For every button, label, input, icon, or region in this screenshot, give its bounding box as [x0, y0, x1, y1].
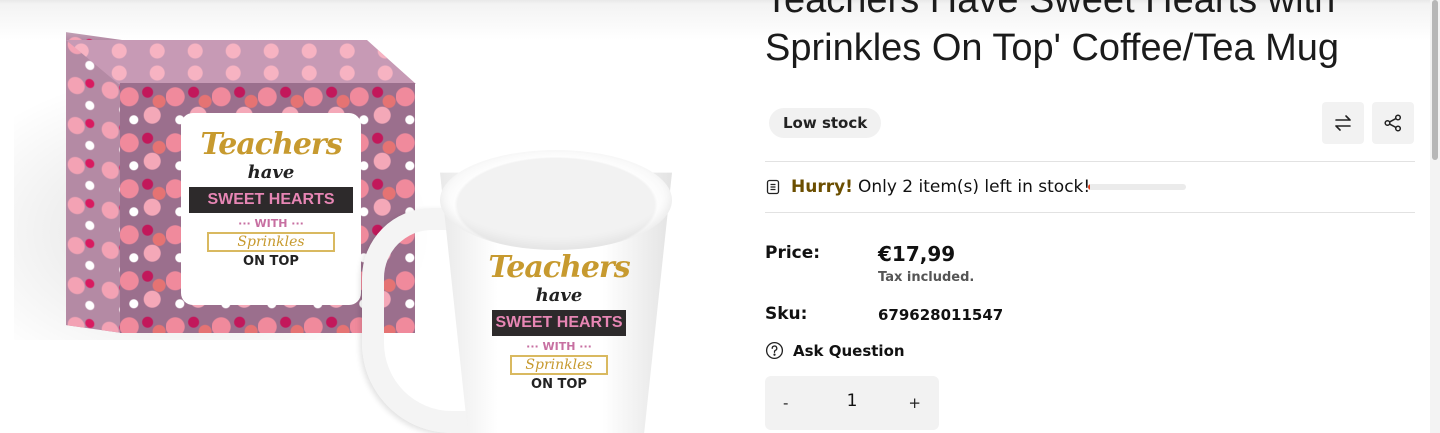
compare-arrows-icon: [1335, 115, 1351, 131]
quantity-stepper: - 1 +: [765, 376, 939, 430]
stock-message: Only 2 item(s) left in stock!: [857, 177, 1091, 197]
label-sprinkles: Sprinkles: [207, 232, 335, 252]
stock-badge: Low stock: [769, 108, 882, 138]
label-sweet-hearts: SWEET HEARTS: [189, 187, 353, 213]
sku-value: 679628011547: [878, 306, 1004, 324]
price-label: Price:: [765, 243, 821, 263]
product-title: Teachers Have Sweet Hearts with Sprinkle…: [765, 0, 1340, 69]
hurry-text: Hurry!: [791, 177, 853, 197]
label-have: have: [247, 162, 295, 183]
page-scrollbar[interactable]: [1430, 0, 1440, 433]
stock-progress-fill: [1088, 184, 1090, 190]
scrollbar-thumb[interactable]: [1432, 0, 1438, 160]
mug-label-with: ··· WITH ···: [526, 340, 592, 353]
question-circle-icon: [765, 341, 784, 360]
label-teachers: Teachers: [200, 127, 342, 162]
ask-question-link[interactable]: Ask Question: [765, 341, 905, 360]
mug-label-have: have: [535, 285, 583, 306]
price-value: €17,99: [878, 242, 956, 266]
share-icon: [1384, 114, 1402, 132]
mug-label-sprinkles: Sprinkles: [510, 355, 608, 375]
divider: [765, 212, 1415, 213]
divider: [765, 161, 1415, 162]
share-button[interactable]: [1372, 102, 1414, 144]
mug-label-on-top: ON TOP: [531, 377, 587, 392]
document-icon: [766, 179, 780, 195]
quantity-increase-button[interactable]: +: [908, 394, 921, 412]
ask-question-label: Ask Question: [793, 341, 905, 360]
mug-print: Teachers have SWEET HEARTS ··· WITH ··· …: [484, 236, 634, 433]
mug-label-teachers: Teachers: [488, 250, 630, 285]
label-with: ··· WITH ···: [238, 217, 304, 230]
stock-progress-bar: [1088, 184, 1186, 190]
tax-note: Tax included.: [878, 270, 975, 285]
product-image-gallery[interactable]: Teachers have SWEET HEARTS ··· WITH ··· …: [0, 0, 720, 433]
mug-rim: [440, 150, 672, 250]
label-on-top: ON TOP: [243, 254, 299, 269]
stock-alert: Hurry! Only 2 item(s) left in stock!: [765, 176, 1090, 198]
gift-box-label: Teachers have SWEET HEARTS ··· WITH ··· …: [181, 113, 361, 305]
product-info: Teachers Have Sweet Hearts with Sprinkle…: [765, 0, 1415, 433]
sku-label: Sku:: [765, 304, 808, 324]
gift-box-top: [66, 40, 416, 84]
compare-button[interactable]: [1322, 102, 1364, 144]
mug-label-sweet-hearts: SWEET HEARTS: [492, 310, 626, 336]
